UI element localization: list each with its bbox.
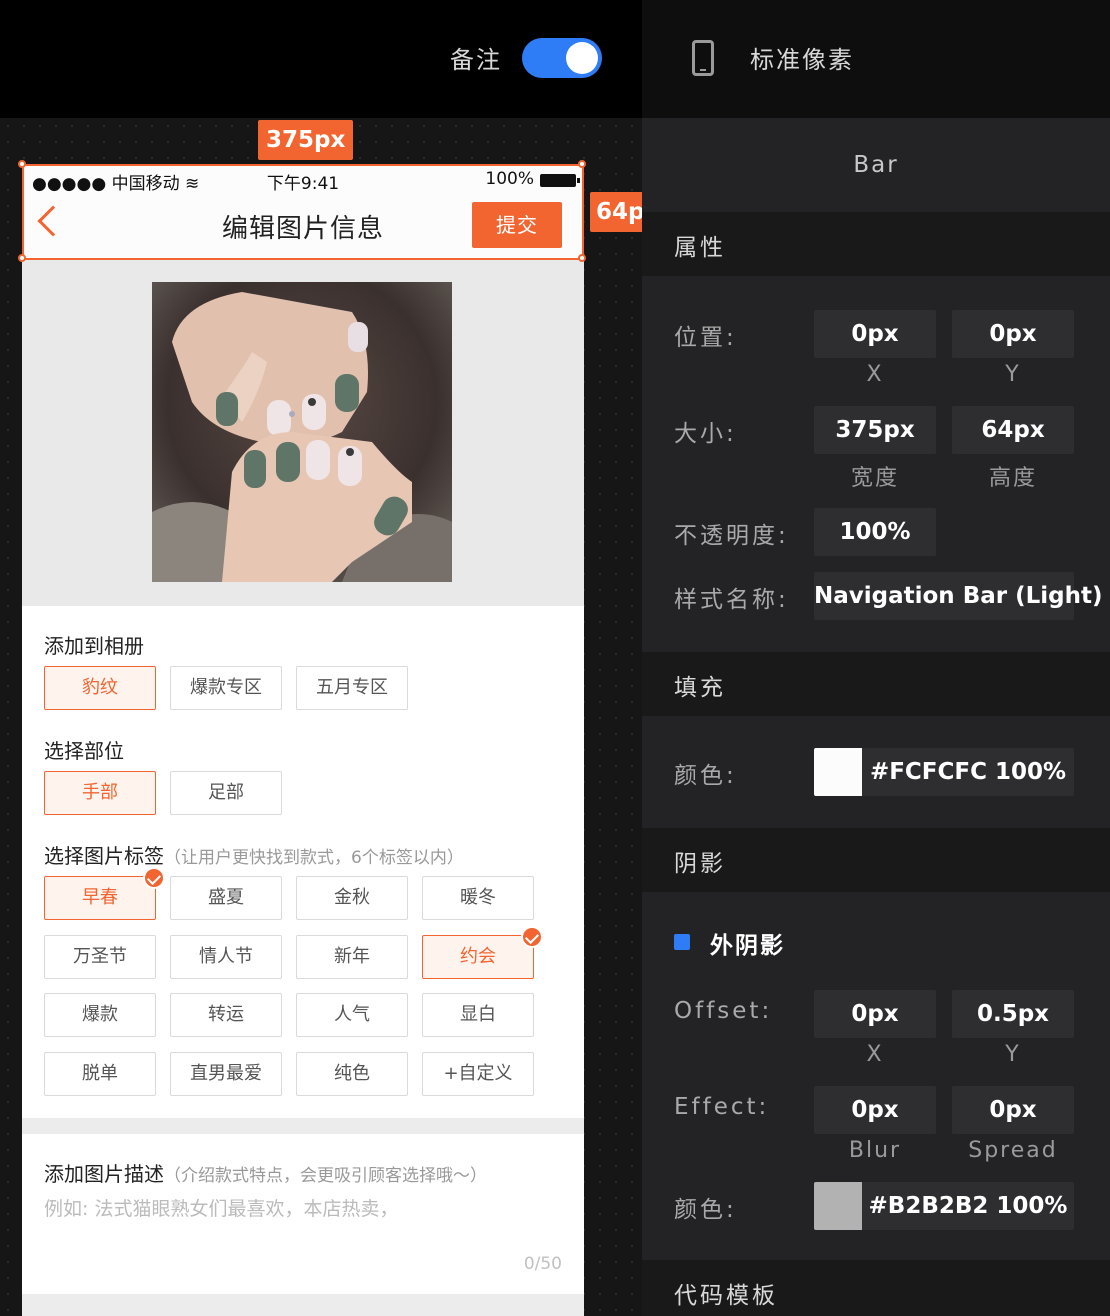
nail-photo[interactable] [152, 282, 452, 582]
position-y-field[interactable]: 0px [952, 310, 1074, 358]
shadow-color-label: 颜色: [674, 1197, 737, 1223]
navigation-bar[interactable]: ●●●●● 中国移动 ≋ 下午9:41 100% 编辑图片信息 提交 [22, 164, 584, 260]
resize-handle[interactable] [578, 254, 586, 262]
status-bar: ●●●●● 中国移动 ≋ 下午9:41 100% [22, 164, 584, 196]
toggle-knob [566, 42, 598, 74]
width-field[interactable]: 375px [814, 406, 936, 454]
label-tag[interactable]: 纯色 [296, 1052, 408, 1096]
fill-color-label: 颜色: [674, 763, 737, 789]
label-tag[interactable]: 盛夏 [170, 876, 282, 920]
height-badge: 64p [590, 192, 642, 232]
spread-caption: Spread [968, 1138, 1058, 1163]
top-toolbar: 备注 标准像素 [0, 0, 1110, 118]
labels-title-text: 选择图片标签 [44, 844, 164, 868]
standard-pixel-label[interactable]: 标准像素 [750, 40, 854, 75]
fill-color-swatch[interactable] [814, 748, 862, 796]
code-template-header-label: 代码模板 [674, 1283, 778, 1309]
style-name-label: 样式名称: [674, 587, 789, 613]
label-tag[interactable]: 早春 [44, 867, 165, 920]
album-tag[interactable]: 豹纹 [44, 666, 156, 710]
description-title-text: 添加图片描述 [44, 1162, 164, 1186]
fill-header-label: 填充 [674, 675, 726, 701]
labels-hint: （让用户更快找到款式，6个标签以内） [164, 848, 464, 868]
nail-photo-image [152, 282, 452, 582]
description-section-title: 添加图片描述（介绍款式特点，会更吸引顾客选择哦～） [44, 1158, 487, 1187]
offset-y-caption: Y [1005, 1042, 1021, 1067]
status-battery-text: 100% [485, 169, 534, 189]
label-tag[interactable]: 脱单 [44, 1052, 156, 1096]
label-tag[interactable]: 新年 [296, 935, 408, 979]
shadow-color-swatch[interactable] [814, 1182, 862, 1230]
height-field[interactable]: 64px [952, 406, 1074, 454]
part-section-title: 选择部位 [44, 739, 124, 763]
size-label: 大小: [674, 421, 737, 447]
album-tag[interactable]: 爆款专区 [170, 666, 282, 710]
fill-header: 填充 [642, 652, 1110, 716]
shadow-header-label: 阴影 [674, 851, 726, 877]
resize-handle[interactable] [578, 160, 586, 168]
album-tag[interactable]: 五月专区 [296, 666, 408, 710]
resize-handle[interactable] [18, 160, 26, 168]
label-tag[interactable]: 爆款 [44, 993, 156, 1037]
album-section-title: 添加到相册 [44, 634, 144, 658]
label-tag[interactable]: 约会 [422, 926, 543, 979]
label-tag[interactable]: 显白 [422, 993, 534, 1037]
position-label: 位置: [674, 325, 737, 351]
offset-x-field[interactable]: 0px [814, 990, 936, 1038]
height-caption: 高度 [988, 466, 1037, 491]
label-tag[interactable]: 金秋 [296, 876, 408, 920]
phone-icon[interactable] [692, 40, 714, 76]
submit-button[interactable]: 提交 [472, 202, 562, 248]
offset-x-caption: X [866, 1042, 884, 1067]
label-tag[interactable]: 人气 [296, 993, 408, 1037]
outer-shadow-label: 外阴影 [710, 933, 785, 959]
photo-area [22, 260, 584, 606]
bottom-divider [22, 1294, 584, 1316]
checkmark-badge-icon [143, 867, 165, 889]
phone-artboard: ●●●●● 中国移动 ≋ 下午9:41 100% 编辑图片信息 提交 添加到相册… [22, 164, 584, 1316]
attributes-header: 属性 [642, 212, 1110, 276]
part-tag[interactable]: 手部 [44, 771, 156, 815]
width-badge: 375px [258, 120, 354, 160]
attributes-header-label: 属性 [674, 235, 726, 261]
code-template-header[interactable]: 代码模板 [642, 1260, 1110, 1316]
part-tag[interactable]: 足部 [170, 771, 282, 815]
offset-y-field[interactable]: 0.5px [952, 990, 1074, 1038]
position-y-caption: Y [1005, 362, 1021, 387]
label-tag[interactable]: +自定义 [422, 1052, 534, 1096]
position-x-field[interactable]: 0px [814, 310, 936, 358]
label-tag[interactable]: 暖冬 [422, 876, 534, 920]
resize-handle[interactable] [18, 254, 26, 262]
label-tag[interactable]: 转运 [170, 993, 282, 1037]
label-tag[interactable]: 万圣节 [44, 935, 156, 979]
description-char-count: 0/50 [523, 1254, 562, 1274]
shadow-header: 阴影 [642, 828, 1110, 892]
layer-name: Bar [853, 152, 899, 178]
offset-label: Offset: [674, 998, 773, 1024]
spread-field[interactable]: 0px [952, 1086, 1074, 1134]
checkmark-badge-icon [521, 926, 543, 948]
opacity-label: 不透明度: [674, 523, 789, 549]
label-tag[interactable]: 直男最爱 [170, 1052, 282, 1096]
note-label: 备注 [450, 46, 502, 74]
style-name-field[interactable]: Navigation Bar (Light) [814, 572, 1103, 620]
note-toggle[interactable] [522, 38, 602, 78]
blur-field[interactable]: 0px [814, 1086, 936, 1134]
blur-caption: Blur [848, 1138, 902, 1163]
inspector-panel: Bar 属性 位置: 0px 0px X Y 大小: 375px 64px 宽度… [642, 118, 1110, 1316]
label-tag[interactable]: 情人节 [170, 935, 282, 979]
effect-label: Effect: [674, 1094, 770, 1120]
width-caption: 宽度 [850, 466, 899, 491]
battery-icon [540, 174, 580, 187]
description-input[interactable]: 例如: 法式猫眼熟女们最喜欢，本店热卖， [44, 1194, 398, 1221]
outer-shadow-checkbox[interactable] [674, 934, 690, 950]
labels-section-title: 选择图片标签（让用户更快找到款式，6个标签以内） [44, 840, 464, 869]
section-divider [22, 1118, 584, 1134]
description-hint: （介绍款式特点，会更吸引顾客选择哦～） [164, 1166, 487, 1186]
opacity-field[interactable]: 100% [814, 508, 936, 556]
position-x-caption: X [866, 362, 884, 387]
